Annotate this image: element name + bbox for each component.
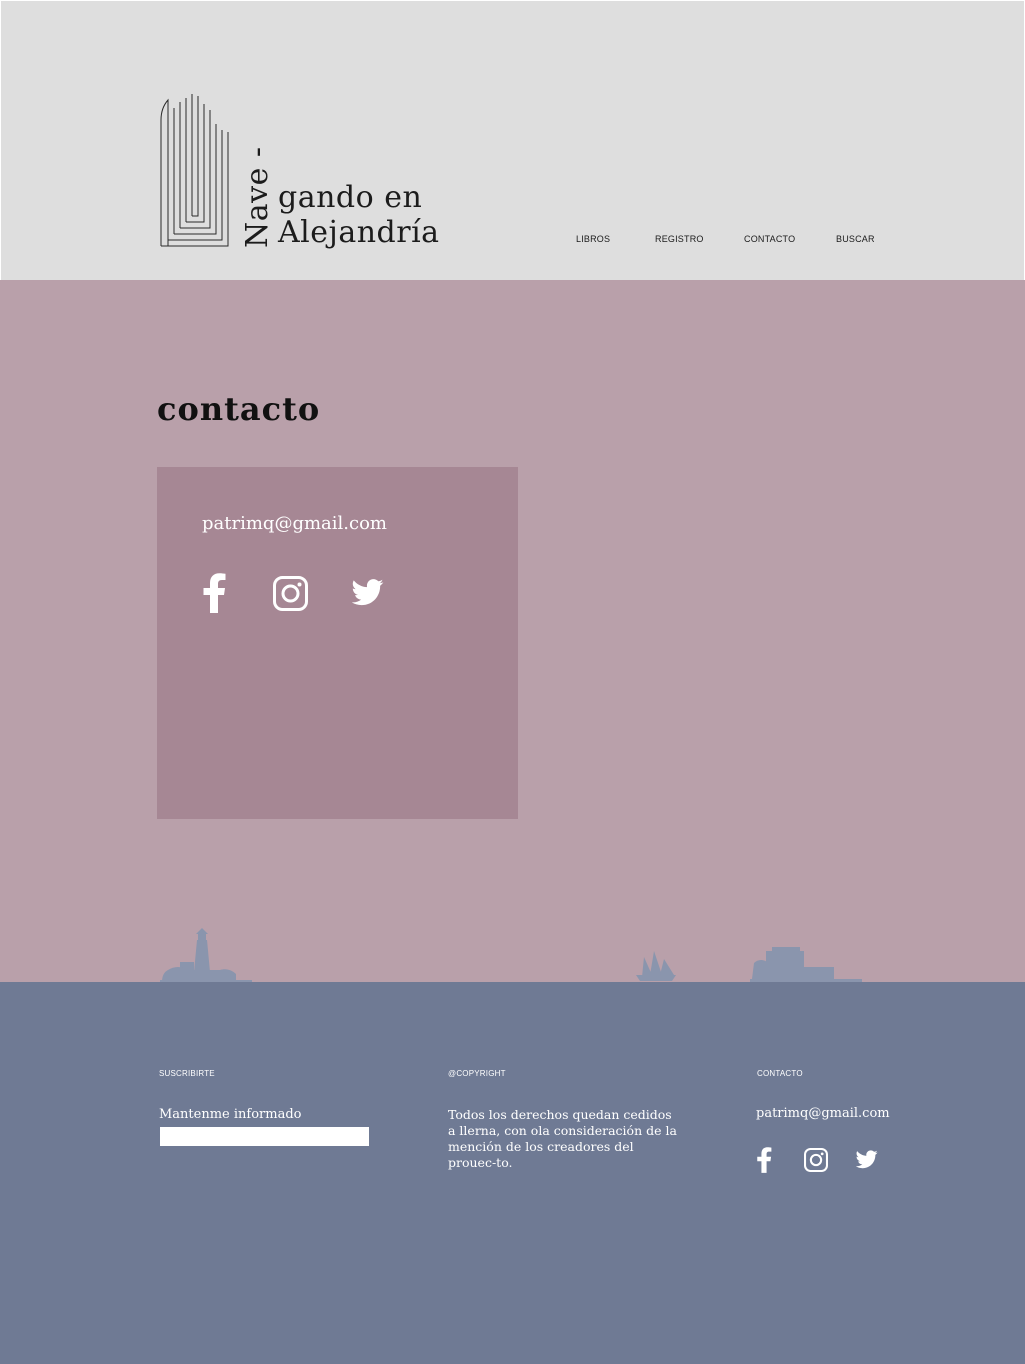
newsletter-email-input[interactable] <box>160 1127 369 1146</box>
nav-link-registro[interactable]: REGISTRO <box>655 234 704 244</box>
lighthouse-silhouette <box>160 928 252 983</box>
footer-heading-copyright: @COPYRIGHT <box>448 1069 506 1078</box>
brand-name-line-2: Alejandría <box>278 215 440 250</box>
nav-link-contacto[interactable]: CONTACTO <box>744 234 795 244</box>
footer-heading-subscribe: SUSCRIBIRTE <box>159 1069 215 1078</box>
sailboat-silhouette <box>636 951 676 981</box>
footer-instagram-icon[interactable] <box>804 1148 828 1172</box>
twitter-icon[interactable] <box>352 579 384 606</box>
brand-name-line-1: gando en <box>278 180 423 215</box>
contact-email[interactable]: patrimq@gmail.com <box>202 513 387 534</box>
footer-contact-email[interactable]: patrimq@gmail.com <box>756 1106 890 1121</box>
instagram-icon[interactable] <box>273 576 308 611</box>
ruins-silhouette <box>750 947 862 983</box>
brand-name-vertical: Nave - <box>240 146 275 248</box>
footer-twitter-icon[interactable] <box>856 1150 878 1169</box>
logo-icon[interactable] <box>160 94 230 250</box>
facebook-icon[interactable] <box>200 573 228 613</box>
footer-heading-contact: CONTACTO <box>757 1069 803 1078</box>
subscribe-label: Mantenme informado <box>159 1107 302 1122</box>
copyright-text: Todos los derechos quedan cedidos a ller… <box>448 1107 677 1170</box>
footer <box>0 982 1025 1364</box>
nav-link-buscar[interactable]: BUSCAR <box>836 234 875 244</box>
page-title: contacto <box>157 390 321 428</box>
nav-link-libros[interactable]: LIBROS <box>576 234 610 244</box>
footer-facebook-icon[interactable] <box>755 1147 773 1173</box>
